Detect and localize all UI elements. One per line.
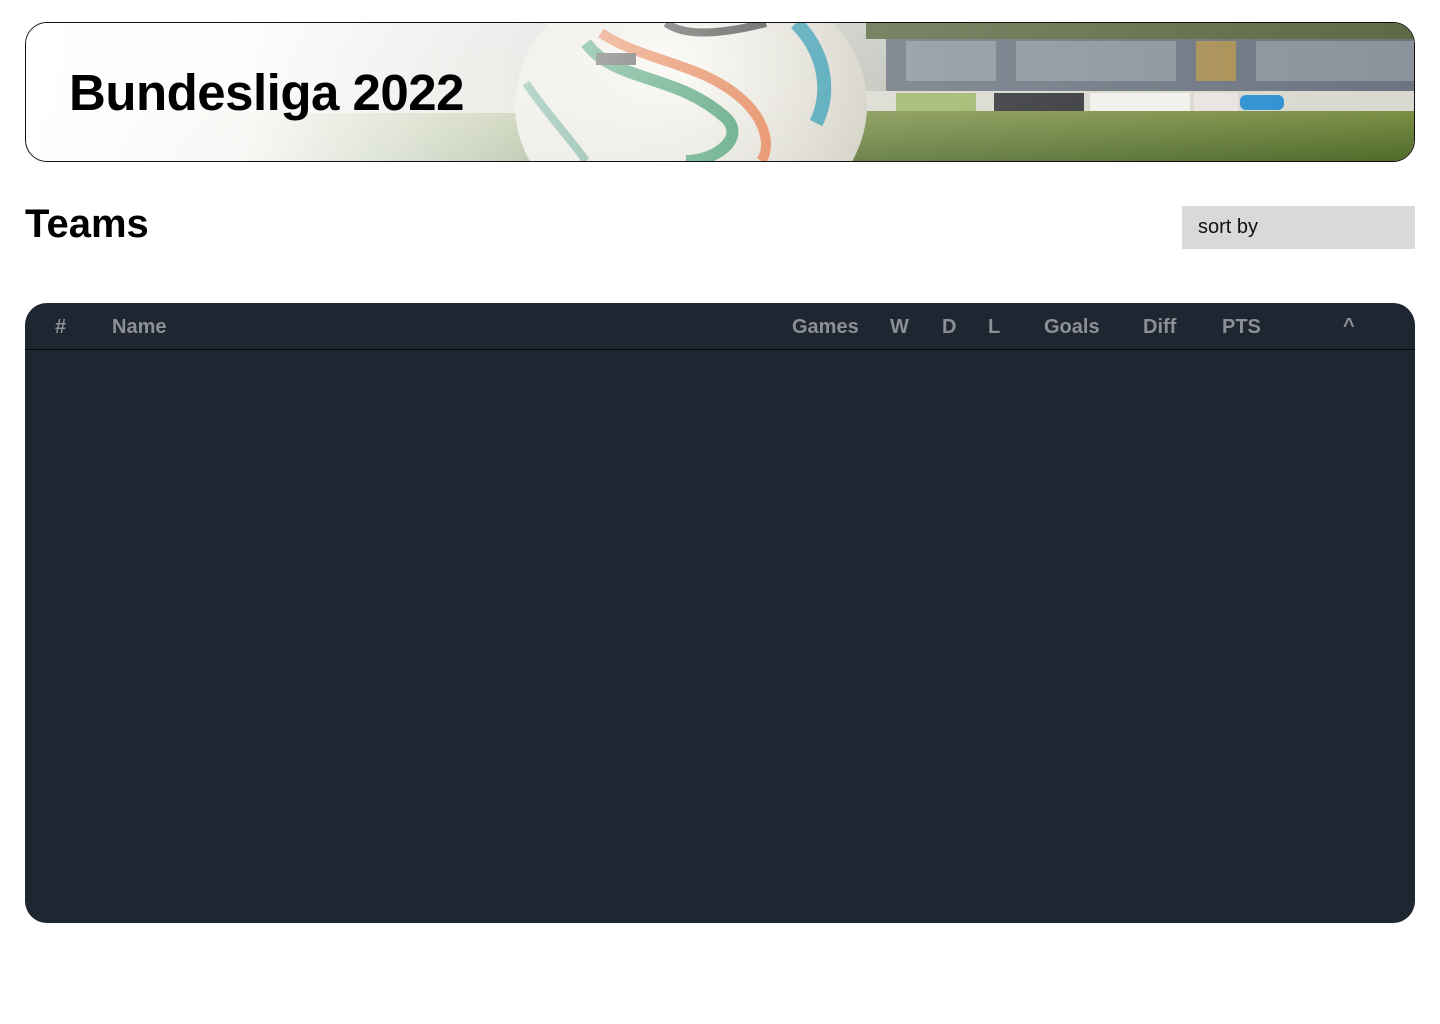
column-header-points[interactable]: PTS <box>1222 316 1261 338</box>
header-banner: Bundesliga 2022 <box>25 22 1415 162</box>
sort-by-label: sort by <box>1198 216 1259 238</box>
sort-by-select[interactable]: sort by <box>1182 206 1415 249</box>
column-header-games[interactable]: Games <box>792 316 859 338</box>
section-title-teams: Teams <box>25 202 149 246</box>
page-title: Bundesliga 2022 <box>69 64 465 121</box>
column-header-wins[interactable]: W <box>890 316 909 338</box>
teams-table: # Name Games W D L Goals Diff PTS ^ <box>25 303 1415 923</box>
sort-toggle-caret[interactable]: ^ <box>1343 315 1355 337</box>
table-body <box>25 351 1415 923</box>
column-header-name[interactable]: Name <box>112 316 166 338</box>
column-header-draws[interactable]: D <box>942 316 956 338</box>
column-header-rank[interactable]: # <box>55 316 66 338</box>
column-header-goals[interactable]: Goals <box>1044 316 1100 338</box>
table-header: # Name Games W D L Goals Diff PTS ^ <box>25 303 1415 350</box>
column-header-losses[interactable]: L <box>988 316 1000 338</box>
column-header-diff[interactable]: Diff <box>1143 316 1176 338</box>
